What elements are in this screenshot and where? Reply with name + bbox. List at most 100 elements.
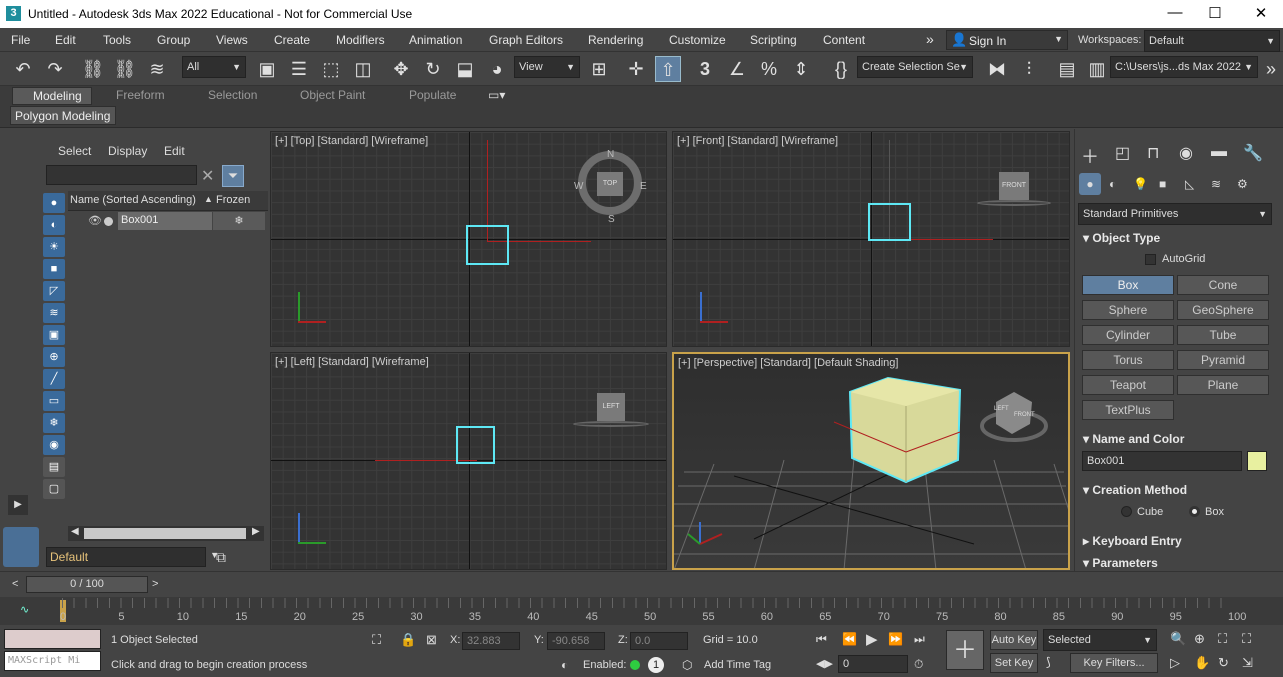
object-name-field[interactable]: Box001 <box>1082 451 1242 471</box>
scene-tab-edit[interactable]: Edit <box>164 144 185 158</box>
scene-tab-display[interactable]: Display <box>108 144 147 158</box>
workspace-dropdown[interactable]: Default ▼ <box>1144 30 1280 52</box>
frozen-filter-icon[interactable]: ❄ <box>43 413 65 433</box>
menu-rendering[interactable]: Rendering <box>588 33 643 47</box>
viewcube-front-face[interactable]: FRONT <box>1014 412 1035 418</box>
viewport-left[interactable]: [+] [Left] [Standard] [Wireframe] LEFT <box>270 352 667 570</box>
parameters-rollout[interactable]: ▾ Parameters <box>1083 556 1273 570</box>
prev-frame-icon[interactable]: < <box>12 578 18 590</box>
time-config-icon[interactable]: ⏱ <box>914 657 923 672</box>
play-animation-icon[interactable]: ▶ <box>866 630 878 648</box>
bones-filter-icon[interactable]: ╱ <box>43 369 65 389</box>
geometry-icon[interactable]: ● <box>1079 173 1101 195</box>
box-radio[interactable] <box>1189 506 1200 517</box>
shapes-filter-icon[interactable]: ◐ <box>43 215 65 235</box>
keyboard-shortcut-override-icon[interactable]: ⇧ <box>655 56 681 82</box>
add-time-tag[interactable]: Add Time Tag <box>704 659 771 671</box>
plane-button[interactable]: Plane <box>1177 375 1269 395</box>
hierarchy-tab-icon[interactable]: ⊓ <box>1147 143 1159 163</box>
field-of-view-icon[interactable]: ▷ <box>1170 655 1180 671</box>
absolute-mode-icon[interactable]: ⊠ <box>426 632 437 648</box>
tab-populate[interactable]: Populate <box>409 88 456 102</box>
zoom-icon[interactable]: 🔍 <box>1170 631 1186 647</box>
menu-tools[interactable]: Tools <box>103 33 131 47</box>
viewcube[interactable]: LEFT <box>597 393 625 421</box>
containers-filter-icon[interactable]: ▭ <box>43 391 65 411</box>
scroll-right-icon[interactable]: ▶ <box>252 526 260 537</box>
x-coordinate-field[interactable]: 32.883 <box>462 632 520 650</box>
tab-selection[interactable]: Selection <box>208 88 257 102</box>
menu-file[interactable]: File <box>11 33 30 47</box>
next-key-icon[interactable]: ⏩ <box>888 632 903 646</box>
tube-button[interactable]: Tube <box>1177 325 1269 345</box>
maxscript-listener[interactable] <box>4 629 101 649</box>
box-selection[interactable] <box>466 225 509 265</box>
enabled-indicator[interactable] <box>630 660 640 670</box>
zoom-extents-icon[interactable]: ⛶ <box>1218 631 1227 647</box>
eye-icon[interactable]: 👁 <box>88 214 102 227</box>
play-icon[interactable]: ▶ <box>8 495 28 515</box>
menu-modifiers[interactable]: Modifiers <box>336 33 385 47</box>
table-row[interactable]: 👁 Box001 ❄ <box>68 212 268 230</box>
cylinder-button[interactable]: Cylinder <box>1082 325 1174 345</box>
previous-key-icon[interactable]: ⏪ <box>842 632 857 646</box>
lock-icon[interactable]: 🔒 <box>400 632 416 648</box>
menu-content[interactable]: Content <box>823 33 865 47</box>
keyboard-entry-rollout[interactable]: ▸ Keyboard Entry <box>1083 534 1273 548</box>
rotate-icon[interactable]: ↻ <box>420 56 446 82</box>
rect-selection-icon[interactable]: ⬚ <box>318 56 344 82</box>
geometry-filter-icon[interactable]: ● <box>43 193 65 213</box>
menu-graph-editors[interactable]: Graph Editors <box>489 33 563 47</box>
key-tangent-icon[interactable]: ⟆ <box>1046 655 1051 669</box>
ribbon-options-icon[interactable]: ▭▾ <box>488 88 505 102</box>
viewport-left-label[interactable]: [+] [Left] [Standard] [Wireframe] <box>275 356 429 368</box>
next-frame-icon[interactable]: > <box>152 578 158 590</box>
box-button[interactable]: Box <box>1082 275 1174 295</box>
pyramid-button[interactable]: Pyramid <box>1177 350 1269 370</box>
redo-icon[interactable]: ↷ <box>42 56 68 82</box>
viewcube-left-face[interactable]: LEFT <box>994 406 1009 412</box>
scroll-thumb[interactable] <box>84 528 246 539</box>
viewport-top[interactable]: [+] [Top] [Standard] [Wireframe] TOP N S… <box>270 131 667 347</box>
snowflake-icon[interactable]: ❄ <box>213 212 265 230</box>
layer-dropdown[interactable]: Default ▼ <box>46 547 219 567</box>
curve-editor-icon[interactable]: ∿ <box>20 603 29 616</box>
align-icon[interactable]: ⫶ <box>1016 56 1042 82</box>
viewport-front-label[interactable]: [+] [Front] [Standard] [Wireframe] <box>677 135 838 147</box>
close-button[interactable]: ✕ <box>1246 4 1276 24</box>
percent-snap-icon[interactable]: % <box>756 56 782 82</box>
viewport-perspective[interactable]: [+] [Perspective] [Standard] [Default Sh… <box>672 352 1070 570</box>
go-to-end-icon[interactable]: ⏭ <box>914 632 925 647</box>
maximize-viewport-icon[interactable]: ⇲ <box>1242 655 1253 671</box>
menu-views[interactable]: Views <box>216 33 248 47</box>
object-name-cell[interactable]: Box001 <box>118 212 212 230</box>
torus-button[interactable]: Torus <box>1082 350 1174 370</box>
adaptive-degradation-icon[interactable]: ◐ <box>561 658 568 672</box>
all-filter-icon[interactable]: ▤ <box>43 457 65 477</box>
teapot-button[interactable]: Teapot <box>1082 375 1174 395</box>
time-tag-icon[interactable]: ⬡ <box>682 658 692 672</box>
object-color-swatch[interactable] <box>1247 451 1267 471</box>
reference-coord-dropdown[interactable]: View ▼ <box>514 56 580 78</box>
key-set-dropdown[interactable]: Selected ▼ <box>1043 629 1157 651</box>
key-filters-button[interactable]: Key Filters... <box>1070 653 1158 673</box>
isolate-icon[interactable]: ⛶ <box>372 632 381 648</box>
modify-tab-icon[interactable]: ◰ <box>1115 143 1130 163</box>
viewport-top-label[interactable]: [+] [Top] [Standard] [Wireframe] <box>275 135 428 147</box>
utilities-tab-icon[interactable]: 🔧 <box>1243 143 1263 163</box>
angle-snap-icon[interactable]: ∠ <box>724 56 750 82</box>
filter-icon[interactable]: ⏷ <box>222 165 244 187</box>
name-column-header[interactable]: Name (Sorted Ascending) <box>70 194 196 206</box>
lights-filter-icon[interactable]: ☀ <box>43 237 65 257</box>
menu-create[interactable]: Create <box>274 33 310 47</box>
zoom-all-icon[interactable]: ⊕ <box>1194 631 1205 647</box>
pivot-center-icon[interactable]: ⊞ <box>586 56 612 82</box>
tab-freeform[interactable]: Freeform <box>116 88 165 102</box>
category-dropdown[interactable]: Standard Primitives ▼ <box>1078 203 1272 225</box>
project-path-dropdown[interactable]: C:\Users\js...ds Max 2022 ▼ <box>1110 56 1258 78</box>
systems-icon[interactable]: ⚙ <box>1237 177 1248 191</box>
viewcube[interactable]: FRONT <box>999 172 1029 200</box>
set-key-button[interactable]: Set Key <box>990 653 1038 673</box>
xrefs-filter-icon[interactable]: ⊕ <box>43 347 65 367</box>
scene-tab-select[interactable]: Select <box>58 144 91 158</box>
